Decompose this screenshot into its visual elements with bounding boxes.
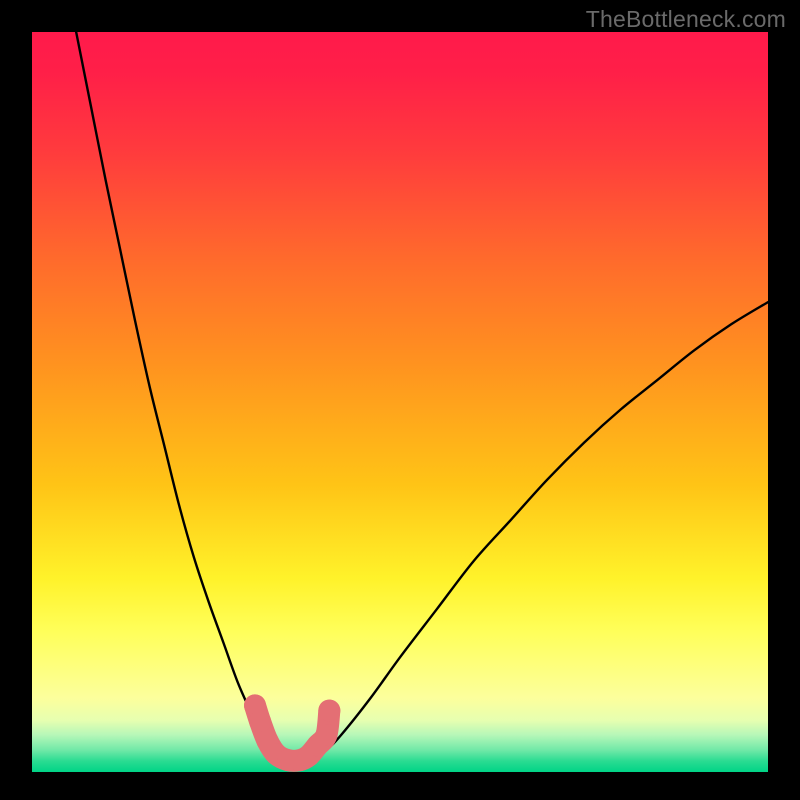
watermark-text: TheBottleneck.com	[586, 6, 786, 33]
marker-dot	[249, 711, 271, 733]
chart-svg	[32, 32, 768, 772]
plot-area	[32, 32, 768, 772]
curve-left	[76, 32, 272, 759]
marker-dot	[318, 700, 340, 722]
curve-right	[312, 302, 768, 759]
marker-dot	[315, 724, 337, 746]
chart-frame: TheBottleneck.com	[0, 0, 800, 800]
